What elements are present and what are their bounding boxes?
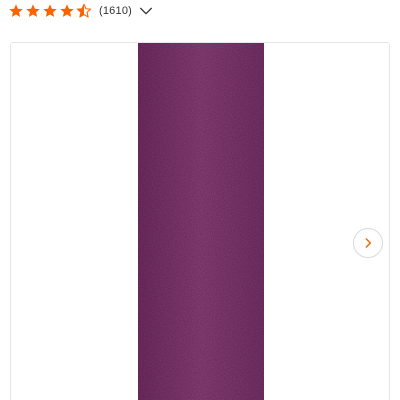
rug-image [138, 43, 264, 400]
next-image-button[interactable] [353, 228, 383, 258]
star-icon [26, 4, 40, 17]
product-image-gallery[interactable] [10, 42, 390, 400]
star-half-icon [76, 3, 92, 18]
star-rating [8, 3, 93, 19]
review-count[interactable]: (1610) [99, 5, 132, 17]
chevron-down-icon[interactable] [138, 3, 154, 19]
product-page: (1610) [0, 0, 400, 400]
product-image[interactable] [138, 43, 264, 400]
star-icon [60, 4, 74, 17]
rating-row[interactable]: (1610) [8, 0, 154, 22]
chevron-right-icon [365, 238, 372, 248]
star-icon [43, 4, 57, 17]
star-icon [9, 4, 23, 17]
